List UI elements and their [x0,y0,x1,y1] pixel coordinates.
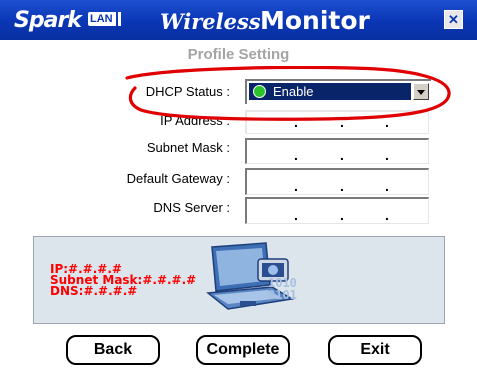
info-dns: DNS:#.#.#.# [50,284,138,298]
current-settings-panel: IP:#.#.#.# Subnet Mask:#.#.#.# DNS:#.#.#… [33,236,445,324]
binary-line: 0101 [268,288,297,302]
octet-separator: . [385,207,389,223]
dns-server-label: DNS Server : [153,200,230,215]
dns-server-field[interactable]: . . . [245,197,429,224]
brand-logo-tag: LAN [88,12,115,26]
binary-decoration: 1010 0101 [268,277,297,301]
octet-separator: . [385,147,389,163]
title-bar: Spark LAN Wireless Monitor ✕ [0,0,477,40]
octet-separator: . [294,147,298,163]
annotation-circle [125,66,451,121]
default-gateway-field[interactable]: . . . [245,168,429,195]
subnet-mask-field[interactable]: . . . [245,138,429,164]
default-gateway-label: Default Gateway : [126,171,230,186]
octet-separator: . [340,178,344,194]
close-icon[interactable]: ✕ [444,10,463,29]
exit-button[interactable]: Exit [328,335,422,365]
complete-button[interactable]: Complete [196,335,290,365]
octet-separator: . [340,147,344,163]
app-title-wireless: Wireless [160,9,261,34]
octet-separator: . [294,207,298,223]
page-title: Profile Setting [187,46,290,63]
subnet-mask-label: Subnet Mask : [146,140,230,155]
wireless-monitor-window: Spark LAN Wireless Monitor ✕ Profile Set… [0,0,477,374]
octet-separator: . [385,178,389,194]
app-title-monitor: Monitor [260,6,370,35]
octet-separator: . [340,207,344,223]
back-button[interactable]: Back [66,335,160,365]
brand-logo: Spark [14,8,82,33]
brand-logo-bars-icon [113,12,127,26]
octet-separator: . [294,178,298,194]
